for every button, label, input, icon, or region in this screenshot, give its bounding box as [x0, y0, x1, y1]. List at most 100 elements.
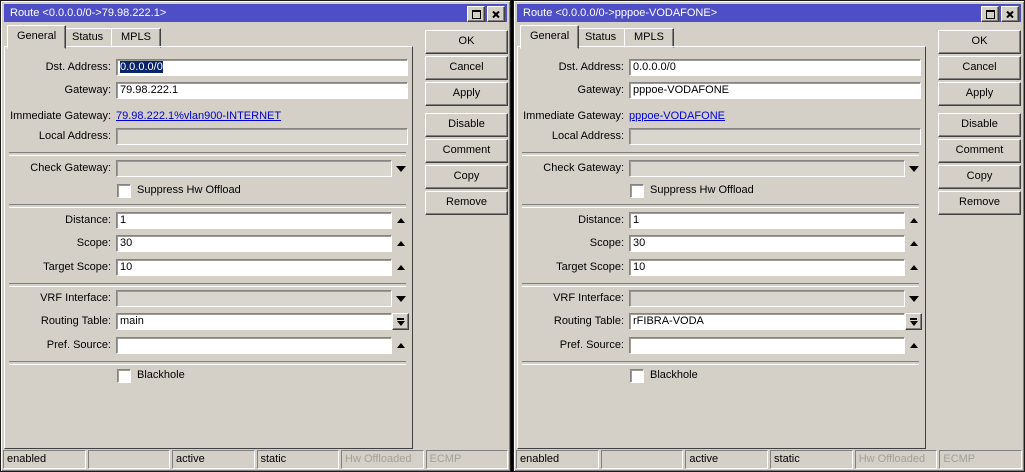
status-ecmp: ECMP	[939, 450, 1023, 469]
cancel-button[interactable]: Cancel	[938, 56, 1021, 80]
tab-mpls[interactable]: MPLS	[111, 28, 161, 48]
disable-button[interactable]: Disable	[425, 113, 508, 137]
apply-button[interactable]: Apply	[938, 82, 1021, 106]
dst-address-input[interactable]: 0.0.0.0/0	[116, 59, 408, 76]
spin-up-icon	[397, 343, 405, 348]
gateway-input[interactable]: pppoe-VODAFONE	[629, 82, 921, 99]
distance-label: Distance:	[578, 214, 624, 226]
remove-button[interactable]: Remove	[938, 191, 1021, 215]
chevron-down-icon	[396, 165, 406, 172]
spin-up-icon	[397, 241, 405, 246]
target-scope-spin-up[interactable]	[907, 259, 921, 276]
gateway-label: Gateway:	[577, 84, 624, 96]
tab-status[interactable]: Status	[62, 28, 114, 48]
blackhole-label: Blackhole	[650, 369, 698, 381]
route-window-2: Route <0.0.0.0/0->pppoe-VODAFONE> Genera…	[513, 0, 1025, 472]
check-gateway-select[interactable]	[629, 160, 905, 177]
immediate-gateway-label: Immediate Gateway:	[10, 110, 111, 122]
separator	[522, 283, 919, 287]
route-window-1: Route <0.0.0.0/0->79.98.222.1> General S…	[0, 0, 511, 472]
local-address-input	[629, 128, 921, 145]
titlebar[interactable]: Route <0.0.0.0/0->pppoe-VODAFONE>	[517, 4, 1021, 22]
maximize-button[interactable]	[981, 6, 999, 22]
distance-spin-up[interactable]	[907, 212, 921, 229]
copy-button[interactable]: Copy	[938, 165, 1021, 189]
target-scope-input[interactable]: 10	[629, 259, 905, 276]
distance-label: Distance:	[65, 214, 111, 226]
vrf-interface-dropdown-button[interactable]	[907, 290, 921, 307]
scope-spin-up[interactable]	[394, 235, 408, 252]
pref-source-input[interactable]	[116, 337, 392, 354]
distance-spin-up[interactable]	[394, 212, 408, 229]
window-title: Route <0.0.0.0/0->79.98.222.1>	[10, 7, 167, 19]
tab-status[interactable]: Status	[575, 28, 627, 48]
pref-source-input[interactable]	[629, 337, 905, 354]
distance-input[interactable]: 1	[629, 212, 905, 229]
close-button[interactable]	[1001, 6, 1019, 22]
copy-button[interactable]: Copy	[425, 165, 508, 189]
status-hw-offloaded: Hw Offloaded	[341, 450, 424, 469]
dst-address-input[interactable]: 0.0.0.0/0	[629, 59, 921, 76]
routing-table-label: Routing Table:	[553, 315, 624, 327]
target-scope-input[interactable]: 10	[116, 259, 392, 276]
maximize-icon	[985, 9, 995, 19]
comment-button[interactable]: Comment	[938, 139, 1021, 163]
status-static: static	[256, 450, 339, 469]
vrf-interface-label: VRF Interface:	[553, 292, 624, 304]
check-gateway-dropdown-button[interactable]	[907, 160, 921, 177]
tab-general[interactable]: General	[520, 25, 580, 49]
suppress-hw-offload-checkbox[interactable]	[117, 183, 131, 198]
vrf-interface-dropdown-button[interactable]	[394, 290, 408, 307]
combo-drop-icon	[910, 317, 917, 320]
target-scope-spin-up[interactable]	[394, 259, 408, 276]
disable-button[interactable]: Disable	[938, 113, 1021, 137]
status-static: static	[770, 450, 853, 469]
separator	[9, 361, 406, 365]
titlebar[interactable]: Route <0.0.0.0/0->79.98.222.1>	[4, 4, 507, 22]
status-active: active	[172, 450, 255, 469]
separator	[522, 361, 919, 365]
pref-source-spin-up[interactable]	[394, 337, 408, 354]
ok-button[interactable]: OK	[425, 30, 508, 54]
immediate-gateway-link[interactable]: 79.98.222.1%vlan900-INTERNET	[116, 108, 281, 125]
status-enabled: enabled	[516, 450, 599, 469]
blackhole-checkbox[interactable]	[630, 368, 644, 383]
chevron-down-icon	[909, 320, 918, 326]
tab-mpls[interactable]: MPLS	[624, 28, 674, 48]
status-hw-offloaded: Hw Offloaded	[854, 450, 938, 469]
immediate-gateway-link[interactable]: pppoe-VODAFONE	[629, 108, 725, 125]
separator	[9, 204, 406, 208]
cancel-button[interactable]: Cancel	[425, 56, 508, 80]
scope-input[interactable]: 30	[629, 235, 905, 252]
comment-button[interactable]: Comment	[425, 139, 508, 163]
close-button[interactable]	[487, 6, 505, 22]
check-gateway-select[interactable]	[116, 160, 392, 177]
ok-button[interactable]: OK	[938, 30, 1021, 54]
spin-up-icon	[910, 343, 918, 348]
remove-button[interactable]: Remove	[425, 191, 508, 215]
routing-table-combo[interactable]: main	[116, 313, 392, 330]
tab-general[interactable]: General	[7, 25, 67, 49]
window-title: Route <0.0.0.0/0->pppoe-VODAFONE>	[523, 7, 718, 19]
status-bar: enabled active static Hw Offloaded ECMP	[516, 450, 1023, 469]
pref-source-spin-up[interactable]	[907, 337, 921, 354]
check-gateway-dropdown-button[interactable]	[394, 160, 408, 177]
vrf-interface-select[interactable]	[629, 290, 905, 307]
gateway-input[interactable]: 79.98.222.1	[116, 82, 408, 99]
routing-table-drop-button[interactable]	[905, 313, 922, 330]
combo-drop-icon	[397, 317, 404, 320]
apply-button[interactable]: Apply	[425, 82, 508, 106]
distance-input[interactable]: 1	[116, 212, 392, 229]
routing-table-label: Routing Table:	[40, 315, 111, 327]
spin-up-icon	[910, 241, 918, 246]
suppress-hw-offload-checkbox[interactable]	[630, 183, 644, 198]
maximize-button[interactable]	[467, 6, 485, 22]
scope-input[interactable]: 30	[116, 235, 392, 252]
blackhole-checkbox[interactable]	[117, 368, 131, 383]
separator	[522, 204, 919, 208]
vrf-interface-select[interactable]	[116, 290, 392, 307]
scope-spin-up[interactable]	[907, 235, 921, 252]
status-enabled: enabled	[3, 450, 86, 469]
routing-table-combo[interactable]: rFIBRA-VODA	[629, 313, 905, 330]
routing-table-drop-button[interactable]	[392, 313, 409, 330]
